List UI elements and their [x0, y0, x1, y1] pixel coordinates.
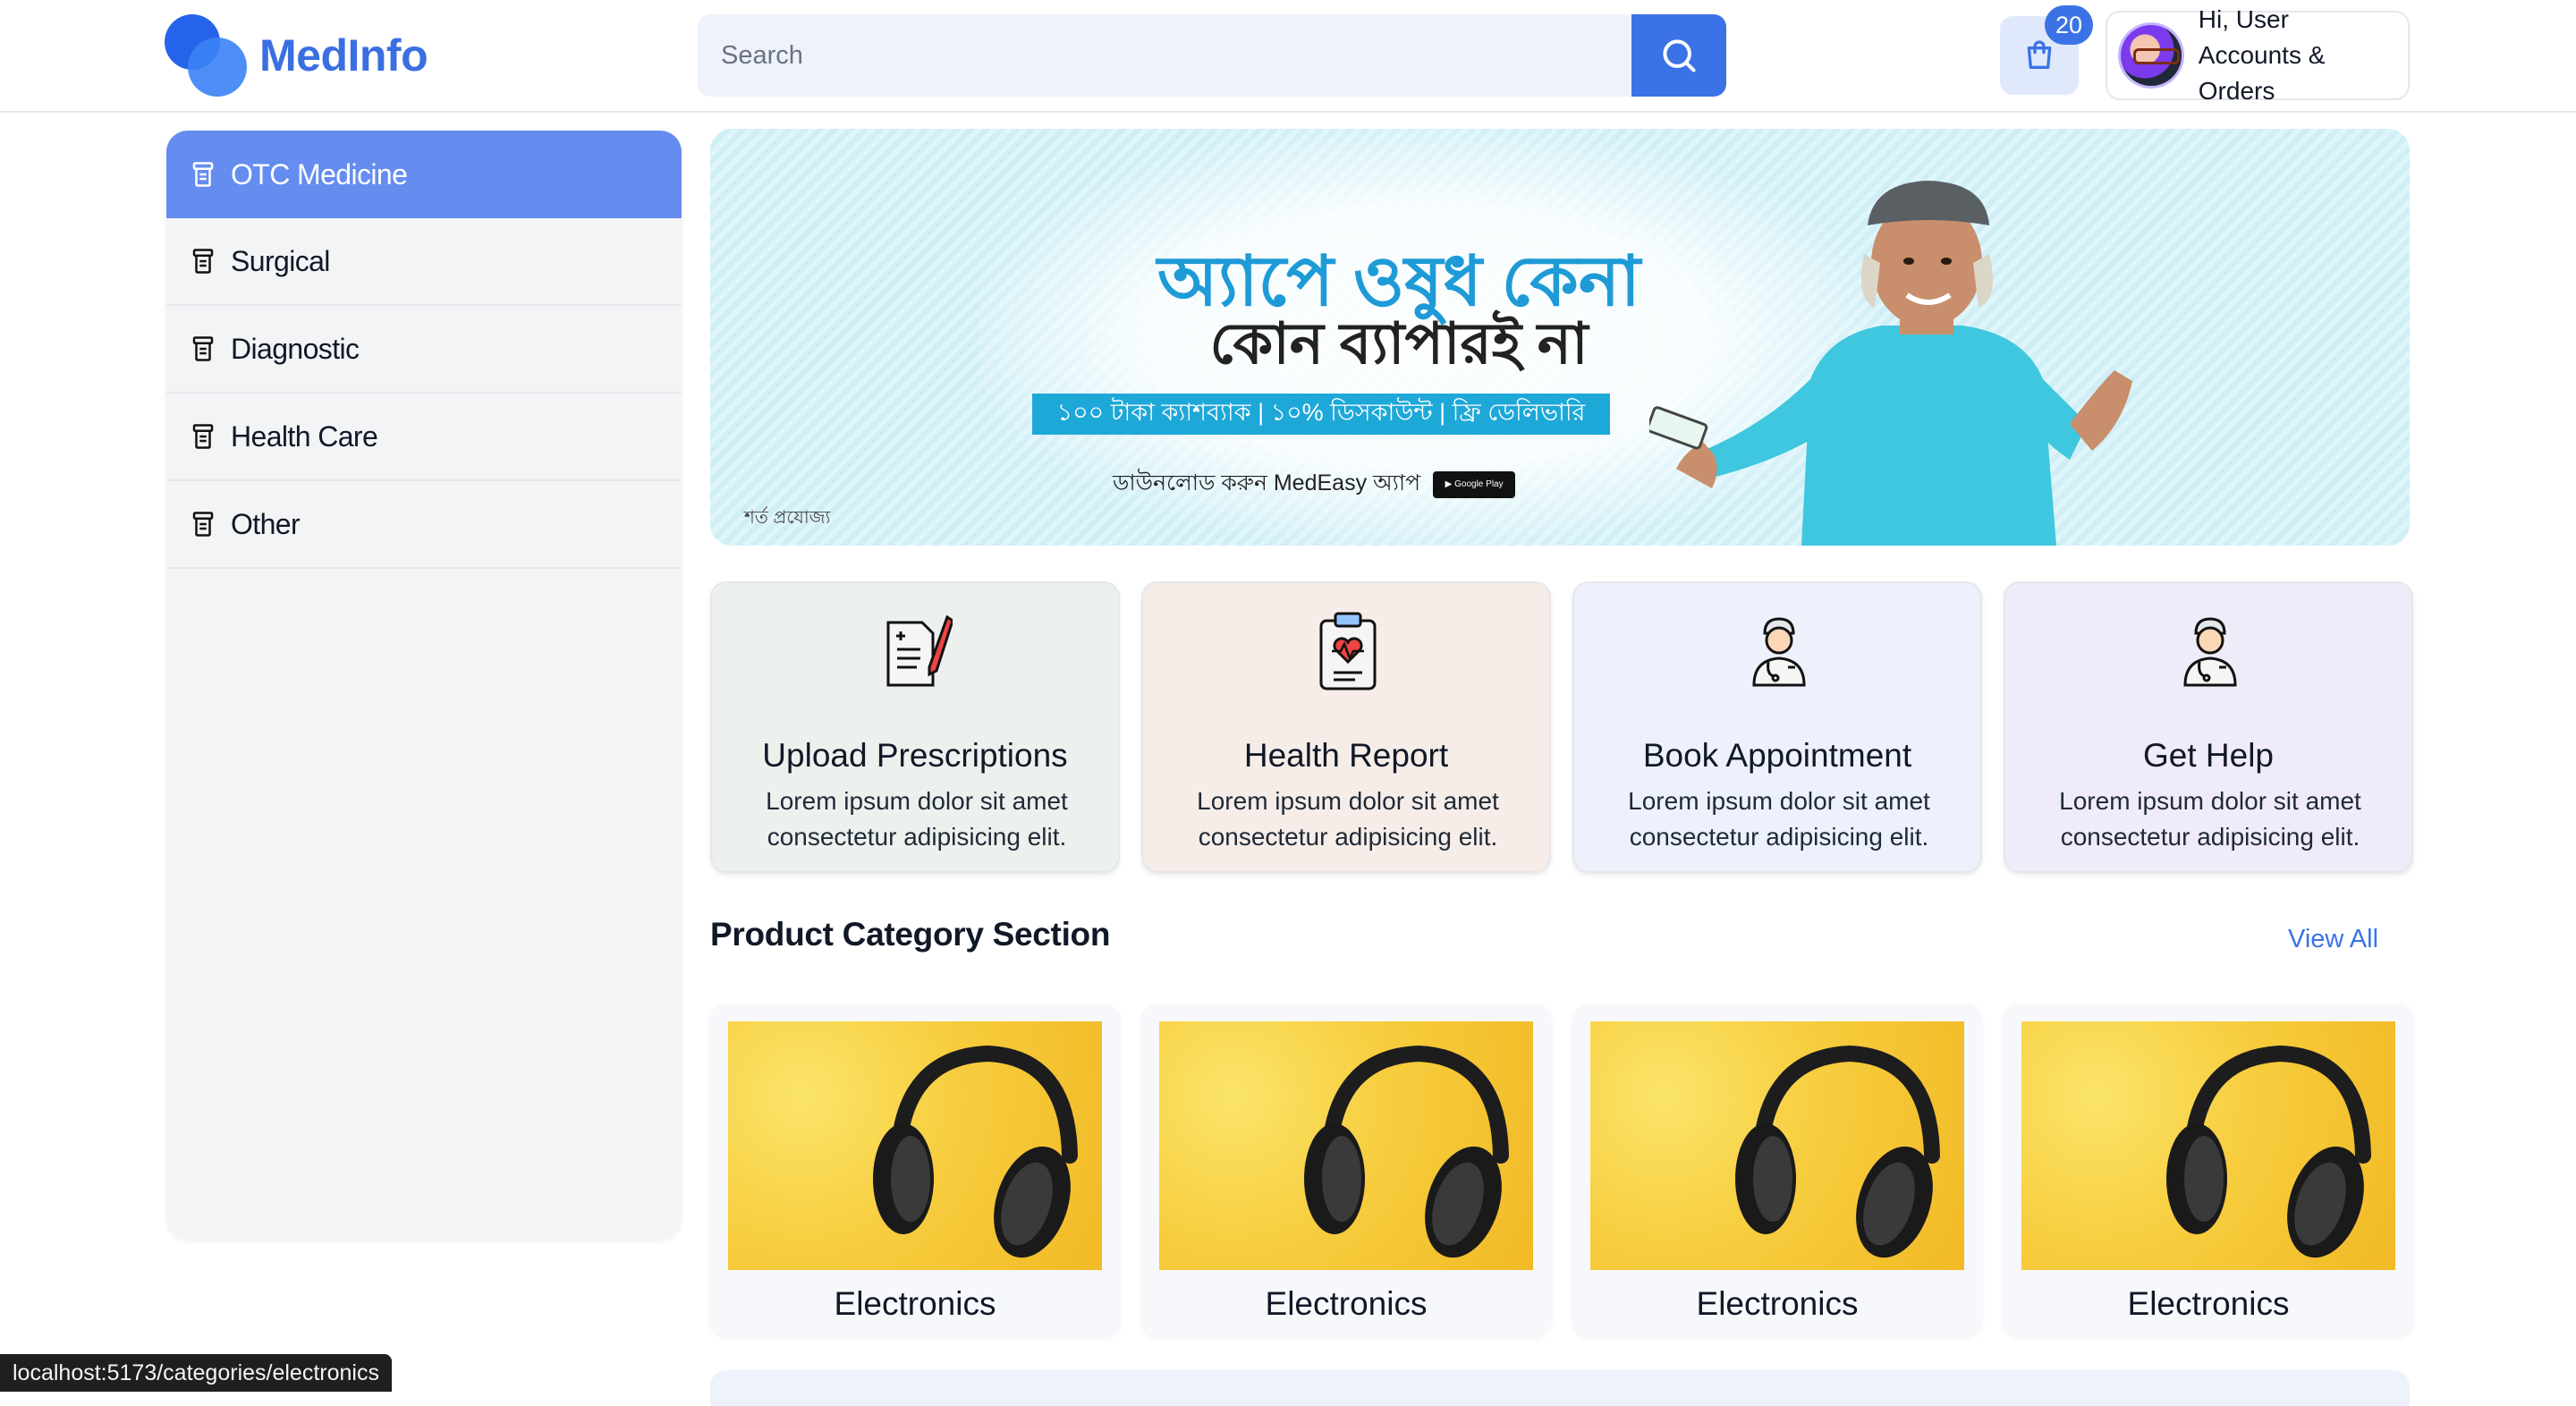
search-button[interactable]: [1631, 14, 1726, 97]
account-menu[interactable]: Hi, User Accounts & Orders: [2106, 5, 2410, 105]
banner-offer-strip: ১০০ টাকা ক্যাশব্যাক | ১০% ডিসকাউন্ট | ফ্…: [1032, 394, 1610, 435]
product-name: Electronics: [1265, 1285, 1428, 1322]
service-description: Lorem ipsum dolor sit amet consectetur a…: [766, 787, 1068, 851]
medicine-bottle-icon: [192, 336, 214, 361]
product-card[interactable]: Electronics: [1141, 1004, 1551, 1336]
brand-logo[interactable]: MedInfo: [165, 14, 433, 97]
sidebar-item-label: Diagnostic: [231, 332, 360, 365]
search-input[interactable]: [698, 14, 1631, 97]
view-all-link[interactable]: View All: [2288, 925, 2378, 954]
banner-subheadline: কোন ব্যাপারই না: [1209, 311, 1589, 376]
headphones-image: [728, 1021, 1102, 1270]
sidebar-item-label: Health Care: [231, 419, 378, 453]
google-play-badge-icon: ▶ Google Play: [1433, 470, 1516, 498]
sidebar-item-label: Other: [231, 507, 301, 540]
service-title: Book Appointment: [1642, 737, 1912, 774]
service-title: Health Report: [1243, 737, 1449, 774]
product-card[interactable]: Electronics: [2004, 1004, 2413, 1336]
user-greeting: Hi, User: [2198, 5, 2289, 33]
service-card-upload-prescriptions[interactable]: Upload Prescriptions Lorem ipsum dolor s…: [710, 581, 1120, 873]
accounts-orders-link[interactable]: Accounts & Orders: [2199, 38, 2408, 109]
shopping-bag-icon: [2027, 40, 2052, 70]
headphones-image: [1590, 1021, 1964, 1270]
service-card-health-report[interactable]: Health Report Lorem ipsum dolor sit amet…: [1141, 581, 1551, 873]
product-name: Electronics: [2127, 1285, 2290, 1322]
banner-download-text: ডাউনলোড করুন MedEasy অ্যাপ: [1113, 470, 1421, 495]
next-section-edge: [710, 1370, 2410, 1406]
browser-status-url: localhost:5173/categories/electronics: [0, 1354, 392, 1392]
service-title: Get Help: [2142, 737, 2274, 774]
avatar: [2118, 22, 2184, 89]
service-title: Upload Prescriptions: [762, 737, 1068, 774]
banner-terms: শর্ত প্রযোজ্য: [744, 508, 831, 528]
category-sidebar: OTC Medicine Surgical Diagnostic Health …: [166, 131, 682, 1240]
top-header: MedInfo 20 Hi, User Accounts & Orders: [0, 0, 2576, 113]
health-report-icon: [1319, 612, 1377, 690]
sidebar-item-health-care[interactable]: Health Care: [166, 394, 682, 481]
cart-count-badge: 20: [2045, 5, 2093, 45]
logo-icon: [165, 14, 247, 97]
medicine-bottle-icon: [192, 512, 214, 537]
headphones-image: [1159, 1021, 1533, 1270]
promo-banner[interactable]: অ্যাপে ওষুধ কেনা কোন ব্যাপারই না ১০০ টাক…: [710, 129, 2410, 546]
sidebar-item-other[interactable]: Other: [166, 481, 682, 569]
service-description: Lorem ipsum dolor sit amet consectetur a…: [2059, 787, 2361, 851]
medicine-bottle-icon: [192, 249, 214, 274]
sidebar-item-diagnostic[interactable]: Diagnostic: [166, 306, 682, 394]
product-name: Electronics: [834, 1285, 996, 1322]
headphones-image: [2021, 1021, 2395, 1270]
banner-download-line: ডাউনলোড করুন MedEasy অ্যাপ ▶ Google Play: [1113, 465, 1516, 504]
cart-button[interactable]: 20: [2000, 5, 2093, 95]
section-title: Product Category Section: [710, 916, 1111, 953]
doctor-icon: [2183, 617, 2237, 687]
spokesperson-image: [1649, 181, 2132, 546]
sidebar-item-surgical[interactable]: Surgical: [166, 218, 682, 306]
sidebar-item-otc-medicine[interactable]: OTC Medicine: [166, 131, 682, 218]
service-description: Lorem ipsum dolor sit amet consectetur a…: [1628, 787, 1930, 851]
service-card-get-help[interactable]: Get Help Lorem ipsum dolor sit amet cons…: [2004, 581, 2413, 873]
sidebar-item-label: Surgical: [231, 244, 330, 277]
product-card[interactable]: Electronics: [710, 1004, 1120, 1336]
prescription-icon: [886, 614, 953, 687]
doctor-icon: [1752, 617, 1806, 687]
medicine-bottle-icon: [192, 424, 214, 449]
sidebar-item-label: OTC Medicine: [231, 157, 408, 191]
service-card-book-appointment[interactable]: Book Appointment Lorem ipsum dolor sit a…: [1572, 581, 1982, 873]
medicine-bottle-icon: [192, 162, 214, 187]
search-bar: [698, 14, 1726, 97]
brand-name: MedInfo: [259, 30, 428, 80]
service-description: Lorem ipsum dolor sit amet consectetur a…: [1197, 787, 1499, 851]
product-card[interactable]: Electronics: [1572, 1004, 1982, 1336]
product-name: Electronics: [1696, 1285, 1859, 1322]
search-icon: [1663, 39, 1696, 72]
